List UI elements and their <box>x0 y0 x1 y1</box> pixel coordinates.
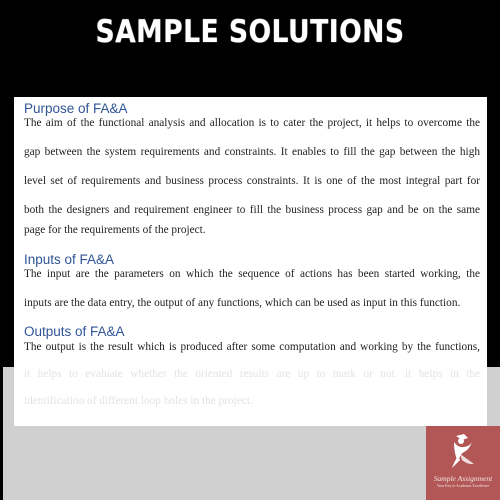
paragraph-line: inputs are the data entry, the output of… <box>24 297 461 309</box>
document-excerpt: Purpose of FA&A The aim of the functiona… <box>14 97 487 426</box>
paragraph-line-faded: identification of different loop holes i… <box>24 395 253 407</box>
paragraph-line-faded: it helps to evaluate whether the oriente… <box>24 368 480 380</box>
paragraph-line: page for the requirements of the project… <box>24 224 206 236</box>
banner-title: SAMPLE SOLUTIONS <box>95 14 405 50</box>
section-heading-purpose: Purpose of FA&A <box>24 101 128 116</box>
logo-brand-name: Sample Assignment <box>433 474 493 483</box>
paragraph-line: gap between the system requirements and … <box>24 146 480 158</box>
paragraph-line: The input are the parameters on which th… <box>24 268 480 280</box>
section-heading-outputs: Outputs of FA&A <box>24 324 125 339</box>
paragraph-line: The output is the result which is produc… <box>24 341 480 353</box>
paragraph-line: The aim of the functional analysis and a… <box>24 117 480 129</box>
paragraph-line: level set of requirements and business p… <box>24 175 480 187</box>
dancing-figure-icon <box>452 434 474 468</box>
sample-assignment-logo: Sample Assignment Your Key to Academic E… <box>426 426 500 500</box>
paragraph-line: both the designers and requirement engin… <box>24 204 480 216</box>
section-heading-inputs: Inputs of FA&A <box>24 252 115 267</box>
logo-tagline: Your Key to Academic Excellence <box>436 484 490 488</box>
